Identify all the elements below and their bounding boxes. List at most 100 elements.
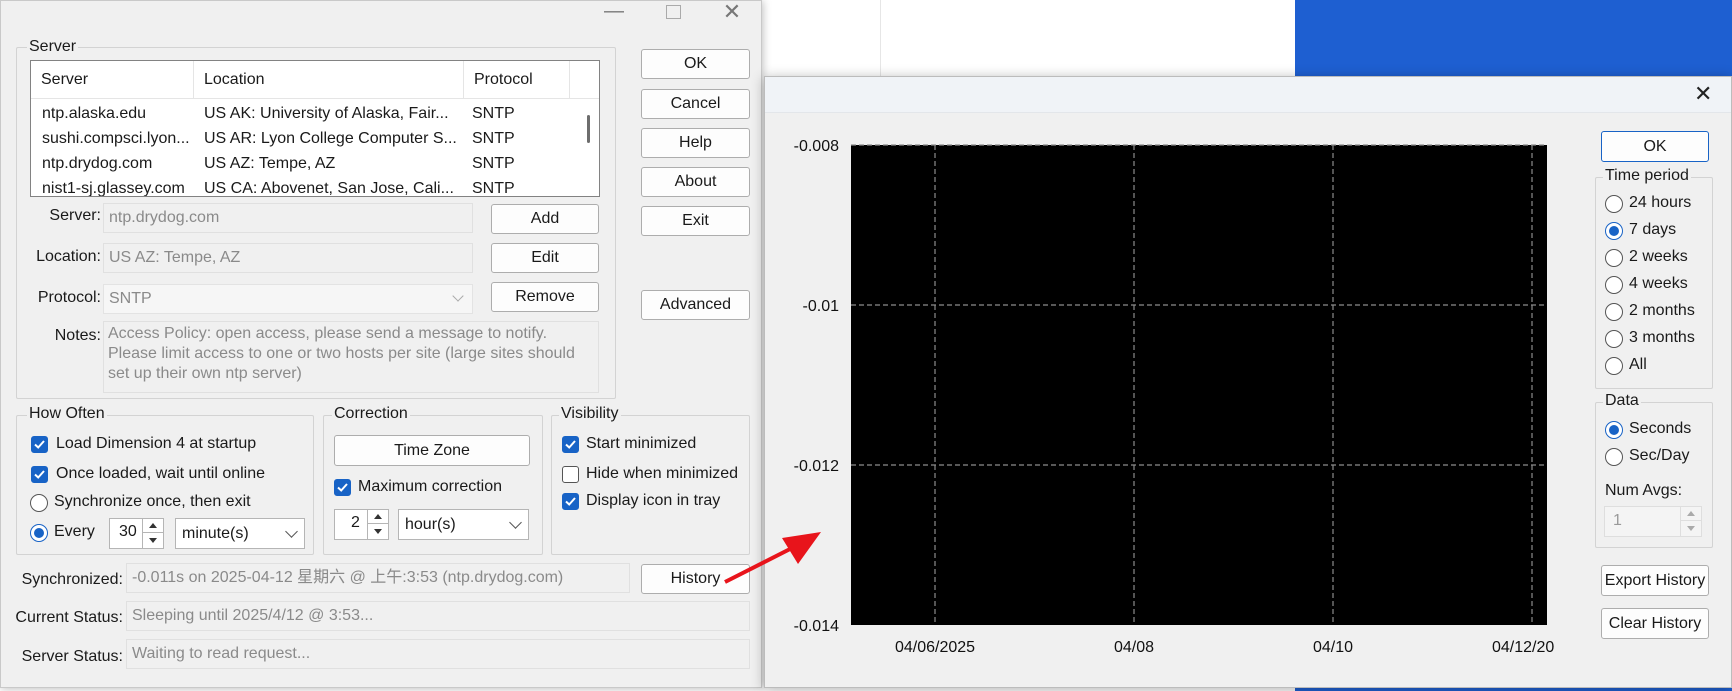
time-period-radio[interactable] [1605, 195, 1623, 213]
spinner-down-button[interactable] [1681, 522, 1701, 536]
server-list-scrollbar[interactable] [582, 101, 598, 196]
time-period-option[interactable]: 2 weeks [1605, 247, 1715, 269]
time-period-option[interactable]: 4 weeks [1605, 274, 1715, 296]
chevron-down-icon [452, 290, 464, 302]
hide-minimized-label[interactable]: Hide when minimized [586, 465, 738, 483]
every-unit-select[interactable]: minute(s) [175, 518, 305, 549]
hide-minimized-checkbox[interactable] [562, 466, 579, 483]
desktop-divider [880, 0, 881, 80]
max-correction-spinner[interactable]: 2 [334, 509, 389, 540]
every-radio[interactable] [30, 524, 48, 542]
notes-label: Notes: [54, 327, 101, 344]
server-field[interactable]: ntp.drydog.com [103, 203, 473, 233]
y-tick-label: -0.014 [794, 618, 839, 635]
notes-line: Please limit access to one or two hosts … [108, 345, 575, 362]
spinner-up-button[interactable] [1681, 507, 1701, 521]
display-tray-label[interactable]: Display icon in tray [586, 492, 720, 510]
column-header-protocol[interactable]: Protocol [464, 61, 570, 99]
visibility-label: Visibility [559, 405, 621, 423]
data-option[interactable]: Sec/Day [1605, 446, 1715, 468]
exit-button[interactable]: Exit [641, 206, 750, 236]
protocol-select[interactable]: SNTP [103, 284, 473, 314]
notes-field[interactable]: Access Policy: open access, please send … [103, 321, 599, 393]
current-status-label: Current Status: [15, 609, 123, 626]
about-button[interactable]: About [641, 167, 750, 197]
add-button[interactable]: Add [491, 204, 599, 234]
server-status-field[interactable]: Waiting to read request... [126, 639, 750, 669]
history-ok-button[interactable]: OK [1601, 131, 1709, 162]
maximize-icon[interactable] [666, 5, 681, 19]
scrollbar-thumb[interactable] [587, 115, 590, 143]
max-correction-checkbox[interactable] [334, 479, 351, 496]
time-period-option[interactable]: 3 months [1605, 328, 1715, 350]
every-label[interactable]: Every [54, 523, 95, 541]
load-at-startup-checkbox[interactable] [31, 436, 48, 453]
chevron-down-icon [285, 524, 298, 538]
every-unit-value: minute(s) [182, 525, 249, 542]
start-minimized-checkbox[interactable] [562, 436, 579, 453]
time-period-option-label: 7 days [1629, 221, 1677, 238]
data-option[interactable]: Seconds [1605, 419, 1715, 441]
advanced-button[interactable]: Advanced [641, 290, 750, 320]
ok-button[interactable]: OK [641, 49, 750, 79]
export-history-button[interactable]: Export History [1601, 565, 1709, 596]
data-radio[interactable] [1605, 448, 1623, 466]
time-period-radio[interactable] [1605, 276, 1623, 294]
every-spinner[interactable]: 30 [109, 518, 164, 549]
close-icon[interactable]: ✕ [717, 1, 747, 23]
arrow-up-icon [149, 523, 157, 528]
y-tick-label: -0.01 [803, 298, 840, 315]
display-tray-checkbox[interactable] [562, 493, 579, 510]
spinner-down-button[interactable] [143, 534, 163, 548]
y-tick-label: -0.012 [794, 458, 839, 475]
location-field[interactable]: US AZ: Tempe, AZ [103, 243, 473, 273]
max-correction-unit-value: hour(s) [405, 516, 456, 533]
max-correction-label[interactable]: Maximum correction [358, 478, 502, 496]
help-button[interactable]: Help [641, 128, 750, 158]
column-header-location[interactable]: Location [194, 61, 464, 99]
time-period-radio[interactable] [1605, 303, 1623, 321]
time-period-radio[interactable] [1605, 222, 1623, 240]
cell-protocol: SNTP [472, 180, 515, 197]
data-radio[interactable] [1605, 421, 1623, 439]
cell-location: US AZ: Tempe, AZ [204, 155, 336, 172]
wait-online-checkbox[interactable] [31, 466, 48, 483]
time-period-radio[interactable] [1605, 357, 1623, 375]
time-zone-button[interactable]: Time Zone [334, 435, 530, 466]
time-period-option[interactable]: 7 days [1605, 220, 1715, 242]
time-period-option[interactable]: 2 months [1605, 301, 1715, 323]
spinner-down-button[interactable] [368, 525, 388, 539]
annotation-arrow [724, 532, 821, 584]
history-chart: -0.008 -0.01 -0.012 -0.014 04/06/2025 04/08 04… [794, 138, 1555, 656]
spinner-up-button[interactable] [143, 519, 163, 533]
sync-once-radio[interactable] [30, 494, 48, 512]
current-status-field[interactable]: Sleeping until 2025/4/12 @ 3:53... [126, 601, 750, 631]
num-avgs-spinner[interactable]: 1 [1604, 506, 1702, 537]
sync-once-label[interactable]: Synchronize once, then exit [54, 493, 251, 511]
wait-online-label[interactable]: Once loaded, wait until online [56, 465, 265, 483]
clear-history-button[interactable]: Clear History [1601, 608, 1709, 639]
cancel-button[interactable]: Cancel [641, 89, 750, 119]
server-group-label: Server [27, 38, 79, 56]
spinner-up-button[interactable] [368, 510, 388, 524]
server-list[interactable]: Server Location Protocol ntp.alaska.edu … [30, 60, 600, 197]
max-correction-unit-select[interactable]: hour(s) [398, 509, 529, 540]
max-correction-value: 2 [351, 514, 360, 531]
remove-button[interactable]: Remove [491, 282, 599, 312]
synchronized-field[interactable]: -0.011s on 2025-04-12 星期六 @ 上午:3:53 (ntp… [126, 563, 630, 593]
protocol-label: Protocol: [37, 289, 101, 306]
minimize-icon[interactable]: — [599, 1, 629, 21]
column-header-server[interactable]: Server [31, 61, 194, 99]
time-period-option[interactable]: All [1605, 355, 1715, 377]
time-period-radio[interactable] [1605, 249, 1623, 267]
time-period-option-label: All [1629, 356, 1647, 373]
edit-button[interactable]: Edit [491, 243, 599, 273]
close-icon[interactable]: ✕ [1694, 81, 1712, 107]
plot-area [851, 145, 1547, 625]
time-period-option[interactable]: 24 hours [1605, 193, 1715, 215]
x-tick-label: 04/10 [1313, 639, 1353, 656]
arrow-up-icon [1687, 511, 1695, 516]
load-at-startup-label[interactable]: Load Dimension 4 at startup [56, 435, 256, 453]
time-period-radio[interactable] [1605, 330, 1623, 348]
start-minimized-label[interactable]: Start minimized [586, 435, 696, 453]
